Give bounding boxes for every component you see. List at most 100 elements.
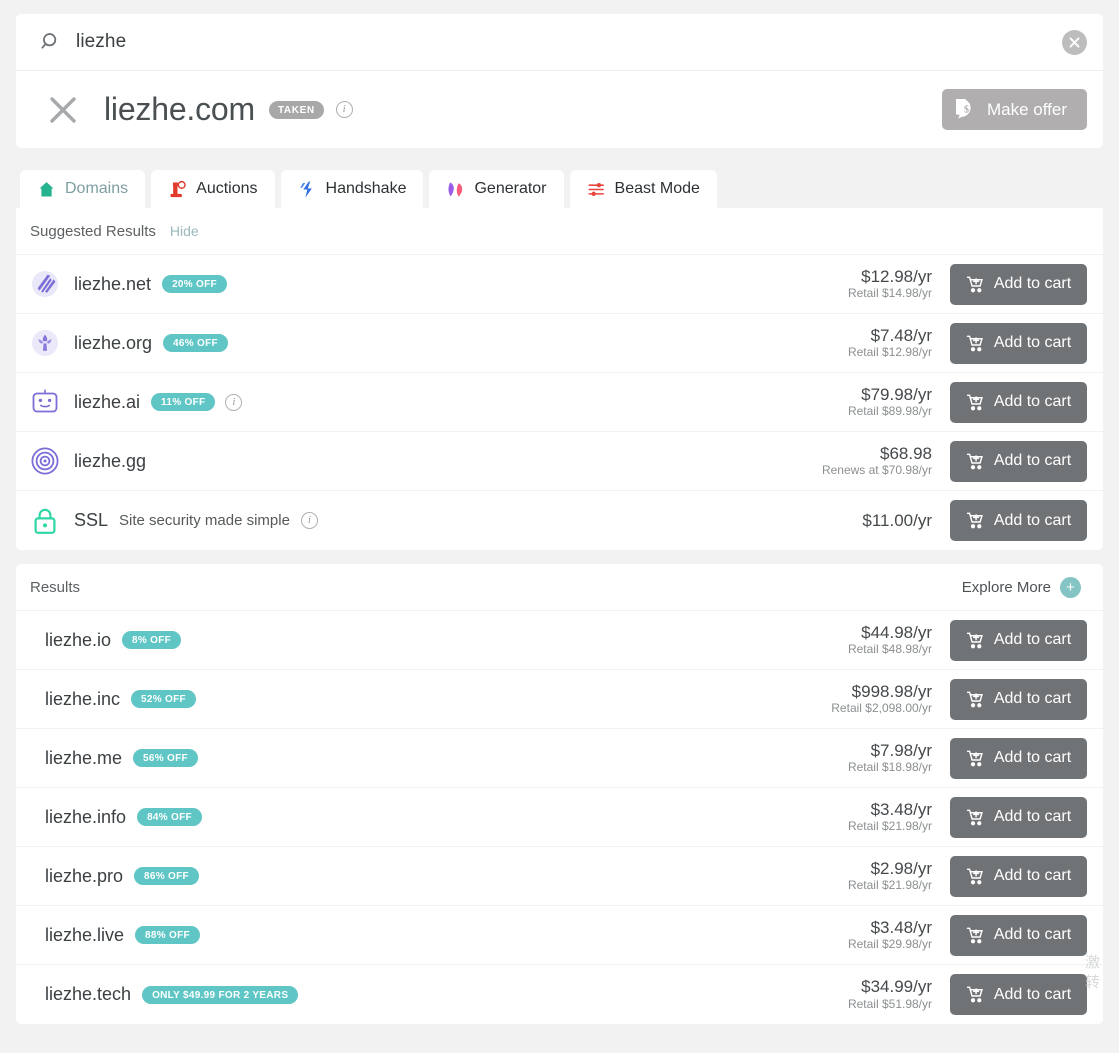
cart-plus-icon xyxy=(966,512,983,529)
tab-generator[interactable]: Generator xyxy=(429,170,564,208)
price-block: $7.98/yr Retail $18.98/yr xyxy=(848,741,932,775)
svg-text:$: $ xyxy=(964,105,969,116)
cart-plus-icon xyxy=(966,276,983,292)
search-icon xyxy=(41,33,57,49)
add-to-cart-button[interactable]: Add to cart xyxy=(950,440,1087,482)
clear-search-button[interactable] xyxy=(1062,29,1087,55)
renewal-price: Renews at $70.98/yr xyxy=(821,463,932,478)
table-row[interactable]: liezhe.tech ONLY $49.99 FOR 2 YEARS $34.… xyxy=(16,965,1103,1024)
cart-plus-icon xyxy=(966,809,983,825)
add-to-cart-label: Add to cart xyxy=(993,690,1072,707)
info-icon[interactable]: i xyxy=(335,101,353,118)
price-block: $998.98/yr Retail $2,098.00/yr xyxy=(831,682,932,716)
price-block: $44.98/yr Retail $48.98/yr xyxy=(848,623,932,657)
cart-plus-icon xyxy=(966,394,983,410)
suggested-results-panel: Suggested Results Hide liezhe.net 20% OF… xyxy=(16,208,1103,550)
sparkle-icon xyxy=(448,181,463,197)
price-block: $34.99/yr Retail $51.98/yr xyxy=(848,977,932,1011)
retail-price: Retail $18.98/yr xyxy=(847,760,932,775)
tab-auctions[interactable]: Auctions xyxy=(151,170,275,208)
domain-name: liezhe.ai xyxy=(74,391,141,412)
table-row[interactable]: liezhe.net 20% OFF $12.98/yr Retail $14.… xyxy=(16,255,1103,314)
price: $7.48/yr xyxy=(870,325,932,345)
suggested-header: Suggested Results Hide xyxy=(16,208,1103,255)
table-row[interactable]: liezhe.io 8% OFF $44.98/yr Retail $48.98… xyxy=(16,611,1103,670)
gavel-icon xyxy=(170,180,186,197)
hide-suggested-link[interactable]: Hide xyxy=(170,223,199,239)
table-row[interactable]: liezhe.pro 86% OFF $2.98/yr Retail $21.9… xyxy=(16,847,1103,906)
add-to-cart-button[interactable]: Add to cart xyxy=(950,263,1087,305)
domain-name: liezhe.me xyxy=(45,747,123,768)
cart-plus-icon xyxy=(966,927,983,943)
price-block: $11.00/yr xyxy=(862,511,932,531)
retail-price: Retail $89.98/yr xyxy=(847,404,932,419)
price: $2.98/yr xyxy=(870,858,932,878)
tab-generator-label: Generator xyxy=(474,180,547,197)
info-icon[interactable]: i xyxy=(225,393,243,411)
plus-circle-icon: + xyxy=(1060,576,1081,598)
add-to-cart-button[interactable]: Add to cart xyxy=(950,974,1087,1015)
price: $11.00/yr xyxy=(862,510,932,530)
add-to-cart-label: Add to cart xyxy=(993,808,1072,825)
retail-price: Retail $21.98/yr xyxy=(847,878,932,893)
add-to-cart-button[interactable]: Add to cart xyxy=(950,322,1087,364)
cart-plus-icon xyxy=(966,691,983,707)
cart-plus-icon xyxy=(966,750,983,766)
explore-more-button[interactable]: Explore More + xyxy=(962,576,1081,598)
retail-price: Retail $51.98/yr xyxy=(847,996,932,1011)
discount-badge: 84% OFF xyxy=(137,808,202,826)
price-block: $12.98/yr Retail $14.98/yr xyxy=(848,267,932,301)
table-row[interactable]: liezhe.org 46% OFF $7.48/yr Retail $12.9… xyxy=(16,314,1103,373)
make-offer-button[interactable]: $ Make offer xyxy=(941,89,1087,130)
retail-price: Retail $12.98/yr xyxy=(847,345,932,360)
domain-name: liezhe.gg xyxy=(74,450,147,471)
add-to-cart-button[interactable]: Add to cart xyxy=(950,737,1087,779)
info-icon[interactable]: i xyxy=(300,512,318,529)
price: $3.48/yr xyxy=(870,917,932,937)
add-to-cart-label: Add to cart xyxy=(993,631,1072,648)
add-to-cart-button[interactable]: Add to cart xyxy=(950,855,1087,897)
watermark-line-1: 激 xyxy=(1085,953,1101,971)
table-row[interactable]: liezhe.info 84% OFF $3.48/yr Retail $21.… xyxy=(16,788,1103,847)
add-to-cart-button[interactable]: Add to cart xyxy=(950,619,1087,661)
handshake-icon xyxy=(299,181,312,197)
table-row[interactable]: liezhe.inc 52% OFF $998.98/yr Retail $2,… xyxy=(16,670,1103,729)
sliders-icon xyxy=(587,182,604,196)
add-to-cart-button[interactable]: Add to cart xyxy=(950,500,1087,541)
table-row[interactable]: liezhe.me 56% OFF $7.98/yr Retail $18.98… xyxy=(16,729,1103,788)
tab-beast-mode[interactable]: Beast Mode xyxy=(569,170,717,208)
page-watermark: 激 转 xyxy=(1085,952,1119,993)
add-to-cart-button[interactable]: Add to cart xyxy=(950,796,1087,838)
cart-plus-icon xyxy=(966,632,983,648)
add-to-cart-button[interactable]: Add to cart xyxy=(950,678,1087,720)
results-header: Results Explore More + xyxy=(16,564,1103,611)
table-row-ssl[interactable]: SSL Site security made simple i $11.00/y… xyxy=(16,491,1103,550)
cart-plus-icon xyxy=(966,453,983,469)
add-to-cart-label: Add to cart xyxy=(993,452,1072,469)
tab-bar: Domains Auctions Handshake Generator Bea… xyxy=(16,168,1103,208)
table-row[interactable]: liezhe.live 88% OFF $3.48/yr Retail $29.… xyxy=(16,906,1103,965)
retail-price: Retail $21.98/yr xyxy=(847,819,932,834)
table-row[interactable]: liezhe.gg $68.98 Renews at $70.98/yr Add… xyxy=(16,432,1103,491)
search-bar xyxy=(16,14,1103,70)
discount-badge: 86% OFF xyxy=(134,867,199,885)
results-panel: Results Explore More + liezhe.io 8% OFF … xyxy=(16,564,1103,1024)
domain-name: liezhe.live xyxy=(45,924,125,945)
status-badge: TAKEN xyxy=(268,100,324,119)
close-icon xyxy=(1069,37,1080,47)
x-icon xyxy=(50,96,76,123)
price: $68.98 xyxy=(880,443,932,463)
price: $34.99/yr xyxy=(861,977,932,997)
tab-domains[interactable]: Domains xyxy=(20,170,146,208)
add-to-cart-button[interactable]: Add to cart xyxy=(950,914,1087,956)
promo-badge: ONLY $49.99 FOR 2 YEARS xyxy=(142,985,299,1004)
tab-handshake[interactable]: Handshake xyxy=(280,170,424,208)
search-input[interactable] xyxy=(76,31,1062,53)
cart-plus-icon xyxy=(966,868,983,884)
target-icon xyxy=(31,447,59,475)
table-row[interactable]: liezhe.ai 11% OFF i $79.98/yr Retail $89… xyxy=(16,373,1103,432)
domain-name: liezhe.io xyxy=(45,629,112,650)
retail-price: Retail $29.98/yr xyxy=(847,937,932,952)
add-to-cart-button[interactable]: Add to cart xyxy=(950,381,1087,423)
add-to-cart-label: Add to cart xyxy=(993,511,1072,529)
